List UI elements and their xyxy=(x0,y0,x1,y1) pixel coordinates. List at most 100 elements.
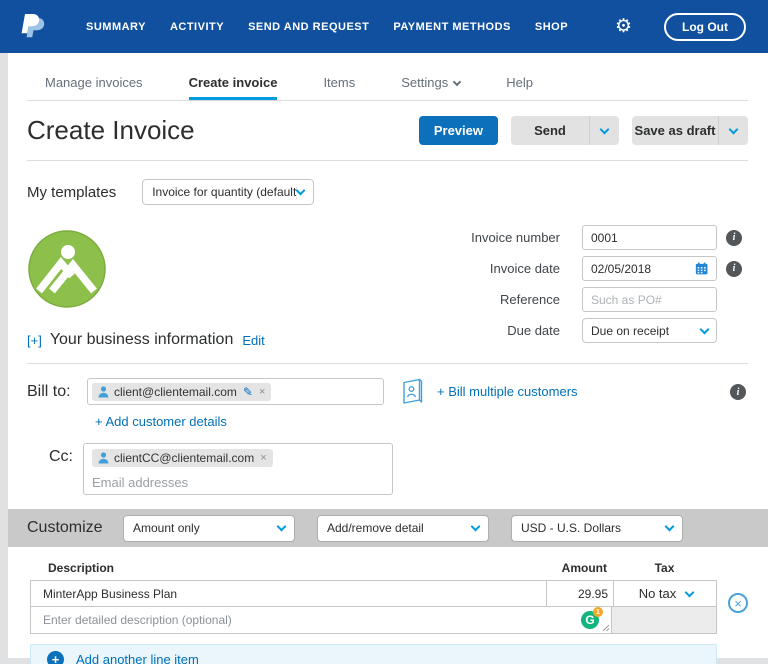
invoice-date-input[interactable] xyxy=(591,261,695,276)
add-line-item-button[interactable]: + Add another line item xyxy=(30,644,717,664)
bill-to-email: client@clientemail.com xyxy=(114,384,237,399)
remove-cc-icon[interactable]: × xyxy=(260,452,266,464)
paypal-logo-icon[interactable] xyxy=(20,12,46,42)
bill-multiple-customers-link[interactable]: + Bill multiple customers xyxy=(437,384,578,399)
invoice-date-label: Invoice date xyxy=(489,261,560,276)
bill-to-field[interactable]: client@clientemail.com ✎ × xyxy=(87,378,384,405)
info-icon[interactable]: i xyxy=(726,229,742,246)
invoice-number-label: Invoice number xyxy=(471,230,560,245)
customize-label: Customize xyxy=(27,519,103,536)
business-logo[interactable] xyxy=(27,229,107,309)
logout-button[interactable]: Log Out xyxy=(664,12,746,41)
customize-bar: Customize Amount only Add/remove detail … xyxy=(8,509,768,547)
nav-item-payment-methods[interactable]: PAYMENT METHODS xyxy=(393,21,511,33)
invoice-date-row: Invoice date i xyxy=(415,256,742,281)
detail-gray-cell xyxy=(612,606,717,634)
nav-item-shop[interactable]: SHOP xyxy=(535,21,568,33)
item-description-cell xyxy=(31,581,546,606)
calendar-icon[interactable] xyxy=(695,261,708,276)
bill-to-recipient-chip[interactable]: client@clientemail.com ✎ × xyxy=(92,382,272,401)
currency-select[interactable]: USD - U.S. Dollars xyxy=(511,514,683,542)
line-item-row: 29.95 No tax xyxy=(30,580,717,607)
chevron-down-icon xyxy=(728,124,739,134)
cc-recipient-chip[interactable]: clientCC@clientemail.com × xyxy=(92,449,273,467)
chevron-down-icon xyxy=(599,124,610,134)
bill-to-label: Bill to: xyxy=(27,382,71,400)
add-line-item-label: Add another line item xyxy=(76,651,199,664)
item-detail-cell: G 1 xyxy=(30,606,612,634)
business-info-line: [+] Your business information Edit xyxy=(27,331,265,349)
cc-field[interactable]: clientCC@clientemail.com × Email address… xyxy=(83,443,393,495)
billing-section: Bill to: client@clientemail.com ✎ × + Bi… xyxy=(27,378,748,495)
preview-button[interactable]: Preview xyxy=(418,116,498,145)
grammarly-badge: 1 xyxy=(593,607,603,617)
person-icon xyxy=(98,385,109,397)
plus-icon: + xyxy=(47,650,64,664)
save-as-draft-label: Save as draft xyxy=(634,123,716,138)
remove-line-item-button[interactable]: × xyxy=(728,593,748,613)
send-dropdown-toggle[interactable] xyxy=(589,116,619,145)
line-items-header: Description Amount Tax xyxy=(30,561,717,580)
chevron-down-icon xyxy=(684,587,695,597)
top-nav: SUMMARY ACTIVITY SEND AND REQUEST PAYMEN… xyxy=(0,0,768,53)
chevron-down-icon xyxy=(276,521,287,532)
detail-option-value: Add/remove detail xyxy=(327,521,424,535)
top-nav-menu: SUMMARY ACTIVITY SEND AND REQUEST PAYMEN… xyxy=(62,21,568,33)
tab-create-invoice[interactable]: Create invoice xyxy=(188,75,278,100)
invoice-date-field[interactable] xyxy=(582,256,717,281)
tab-help[interactable]: Help xyxy=(506,75,533,100)
nav-item-send-and-request[interactable]: SEND AND REQUEST xyxy=(248,21,369,33)
info-icon[interactable]: i xyxy=(730,384,746,400)
grammarly-icon[interactable]: G 1 xyxy=(581,607,603,629)
send-button[interactable]: Send xyxy=(511,116,619,145)
tab-items[interactable]: Items xyxy=(323,75,355,100)
cc-email: clientCC@clientemail.com xyxy=(114,451,255,465)
line-items-table: Description Amount Tax 29.95 No tax × G … xyxy=(30,561,748,634)
detail-option-select[interactable]: Add/remove detail xyxy=(317,514,489,542)
item-tax-select[interactable]: No tax xyxy=(613,581,718,606)
item-amount-value: 29.95 xyxy=(577,586,608,601)
business-info-label: Your business information xyxy=(49,331,234,348)
send-button-label: Send xyxy=(534,123,566,138)
info-icon[interactable]: i xyxy=(726,260,742,277)
section-divider xyxy=(27,363,748,364)
gear-icon[interactable]: ⚙ xyxy=(615,17,632,36)
item-detail-input[interactable] xyxy=(31,613,611,627)
reference-field[interactable] xyxy=(582,287,717,312)
nav-item-activity[interactable]: ACTIVITY xyxy=(170,21,224,33)
invoice-number-input[interactable] xyxy=(591,230,708,245)
cc-label: Cc: xyxy=(49,448,73,465)
add-customer-details-link[interactable]: + Add customer details xyxy=(95,414,227,429)
view-option-select[interactable]: Amount only xyxy=(123,514,295,542)
template-select[interactable]: Invoice for quantity (default) xyxy=(142,179,315,205)
invoice-number-field[interactable] xyxy=(582,225,717,250)
chevron-down-icon xyxy=(699,324,710,334)
cc-row: Cc: clientCC@clientemail.com × Email add… xyxy=(27,443,748,495)
tab-settings[interactable]: Settings xyxy=(401,75,462,100)
item-amount-cell[interactable]: 29.95 xyxy=(546,581,613,606)
page-header: Create Invoice Preview Send Save as draf… xyxy=(27,115,748,161)
tab-manage-invoices[interactable]: Manage invoices xyxy=(45,75,143,100)
address-book-icon[interactable] xyxy=(400,378,425,405)
reference-input[interactable] xyxy=(591,292,708,307)
item-detail-row: G 1 xyxy=(30,606,717,634)
reference-row: Reference xyxy=(415,287,742,312)
templates-row: My templates Invoice for quantity (defau… xyxy=(27,179,748,205)
due-date-label: Due date xyxy=(507,323,560,338)
item-description-input[interactable] xyxy=(31,586,546,601)
edit-recipient-icon[interactable]: ✎ xyxy=(243,385,253,399)
save-as-draft-button[interactable]: Save as draft xyxy=(632,116,748,145)
remove-recipient-icon[interactable]: × xyxy=(259,386,265,398)
save-draft-dropdown-toggle[interactable] xyxy=(718,116,748,145)
invoice-page: Manage invoices Create invoice Items Set… xyxy=(8,53,768,664)
due-date-row: Due date Due on receipt xyxy=(415,318,742,343)
business-info-expander[interactable]: [+] xyxy=(27,333,42,348)
business-info-edit-link[interactable]: Edit xyxy=(242,333,264,348)
item-tax-value: No tax xyxy=(638,586,677,601)
page-title: Create Invoice xyxy=(27,115,195,145)
nav-item-summary[interactable]: SUMMARY xyxy=(86,21,146,33)
chevron-down-icon xyxy=(295,185,306,196)
resize-handle-icon[interactable] xyxy=(602,624,610,632)
cc-placeholder-text: Email addresses xyxy=(92,475,189,490)
due-date-select[interactable]: Due on receipt xyxy=(582,318,717,343)
